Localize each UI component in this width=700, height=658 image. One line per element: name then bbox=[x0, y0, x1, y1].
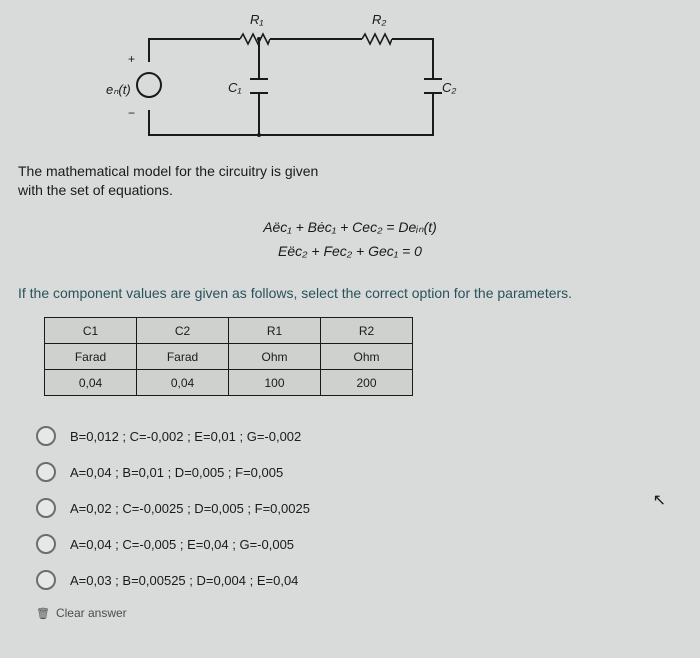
label-r2: R₂ bbox=[372, 12, 386, 27]
clear-answer-button[interactable]: 🗑 Clear answer bbox=[36, 606, 682, 620]
option-label: A=0,02 ; C=-0,0025 ; D=0,005 ; F=0,0025 bbox=[70, 501, 310, 516]
radio-icon[interactable] bbox=[36, 462, 56, 482]
option-3[interactable]: A=0,02 ; C=-0,0025 ; D=0,005 ; F=0,0025 bbox=[36, 498, 682, 518]
trash-icon: 🗑 bbox=[36, 607, 50, 620]
option-label: A=0,04 ; B=0,01 ; D=0,005 ; F=0,005 bbox=[70, 465, 283, 480]
parameter-table: C1 C2 R1 R2 Farad Farad Ohm Ohm 0,04 0,0… bbox=[44, 317, 413, 396]
resistor-r1 bbox=[240, 32, 270, 46]
option-label: B=0,012 ; C=-0,002 ; E=0,01 ; G=-0,002 bbox=[70, 429, 301, 444]
resistor-r2 bbox=[362, 32, 392, 46]
radio-icon[interactable] bbox=[36, 426, 56, 446]
label-c2: C₂ bbox=[442, 80, 456, 95]
radio-icon[interactable] bbox=[36, 534, 56, 554]
label-c1: C₁ bbox=[228, 80, 242, 95]
option-2[interactable]: A=0,04 ; B=0,01 ; D=0,005 ; F=0,005 bbox=[36, 462, 682, 482]
table-row: C1 C2 R1 R2 bbox=[45, 318, 413, 344]
option-5[interactable]: A=0,03 ; B=0,00525 ; D=0,004 ; E=0,04 bbox=[36, 570, 682, 590]
option-label: A=0,04 ; C=-0,005 ; E=0,04 ; G=-0,005 bbox=[70, 537, 294, 552]
instruction: If the component values are given as fol… bbox=[18, 285, 682, 301]
option-1[interactable]: B=0,012 ; C=-0,002 ; E=0,01 ; G=-0,002 bbox=[36, 426, 682, 446]
table-row: 0,04 0,04 100 200 bbox=[45, 370, 413, 396]
capacitor-c1 bbox=[250, 78, 268, 80]
equations: Aëc₁ + Bėc₁ + Cec₂ = Deᵢₙ(t) Eëc₂ + Fec₂… bbox=[18, 216, 682, 264]
model-intro: The mathematical model for the circuitry… bbox=[18, 162, 682, 200]
capacitor-c2 bbox=[424, 78, 442, 80]
voltage-source: + − bbox=[136, 62, 162, 110]
circuit-diagram: eₙ(t) + − R₁ R₂ C₁ C₂ bbox=[18, 14, 438, 144]
radio-icon[interactable] bbox=[36, 498, 56, 518]
source-label: eₙ(t) bbox=[106, 82, 131, 98]
label-r1: R₁ bbox=[250, 12, 264, 27]
radio-icon[interactable] bbox=[36, 570, 56, 590]
option-label: A=0,03 ; B=0,00525 ; D=0,004 ; E=0,04 bbox=[70, 573, 298, 588]
cursor-icon: ↖ bbox=[653, 490, 666, 510]
table-row: Farad Farad Ohm Ohm bbox=[45, 344, 413, 370]
option-4[interactable]: A=0,04 ; C=-0,005 ; E=0,04 ; G=-0,005 bbox=[36, 534, 682, 554]
